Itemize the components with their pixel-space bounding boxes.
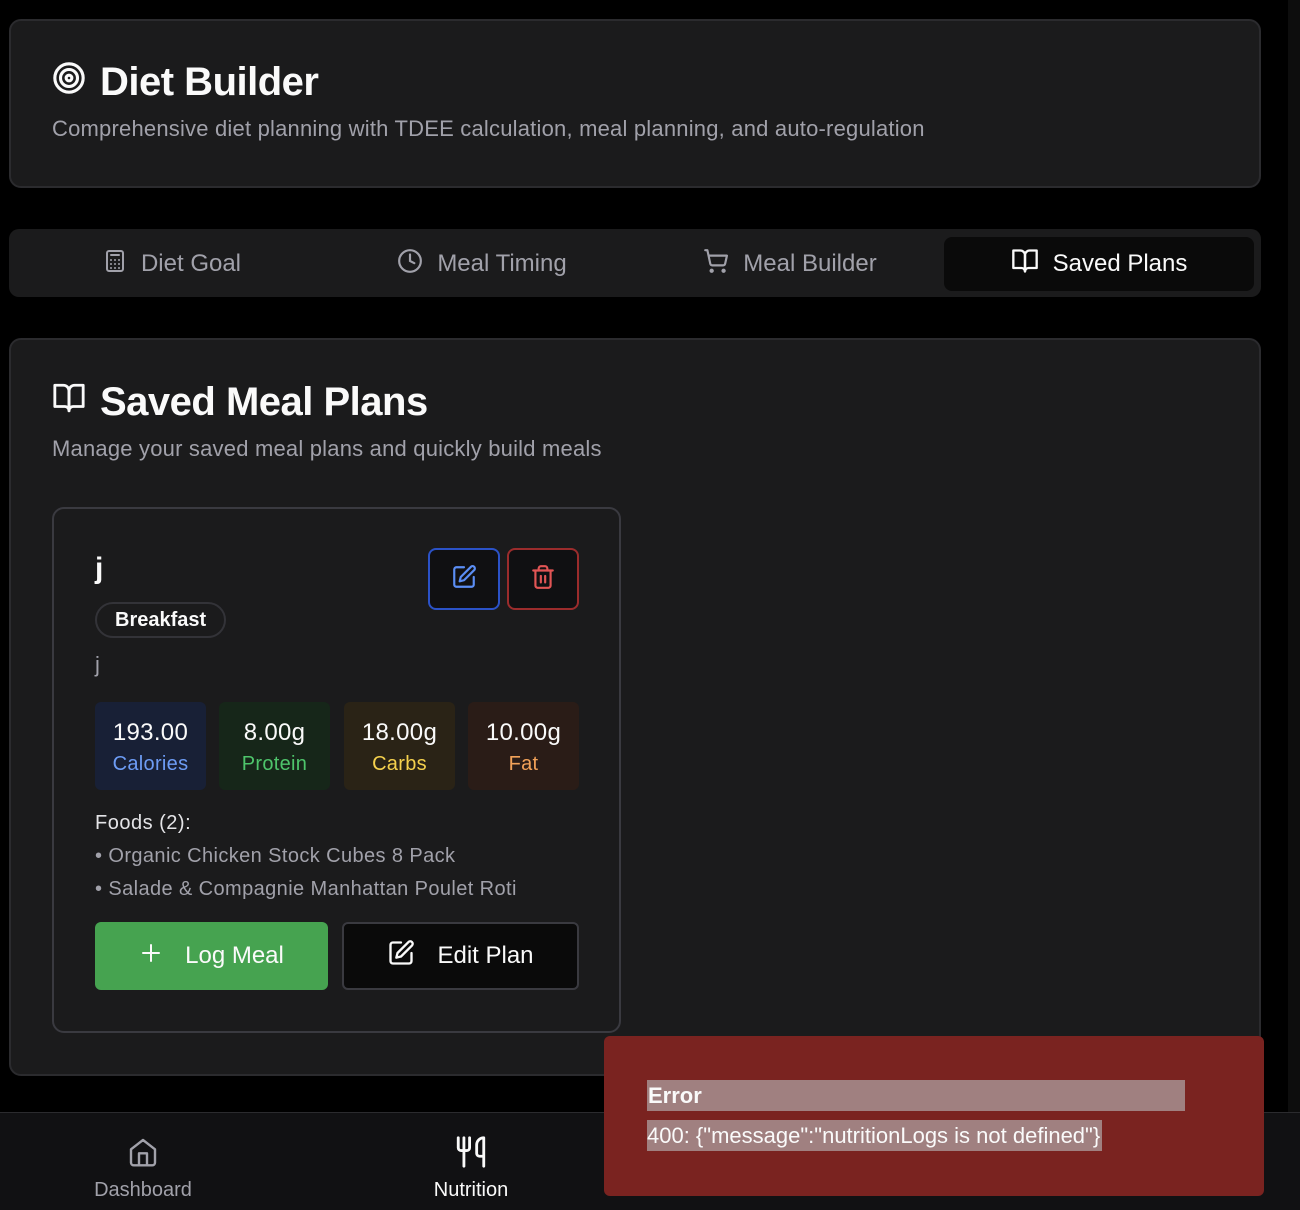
tab-label: Meal Builder — [743, 250, 877, 277]
protein-value: 8.00g — [243, 719, 306, 746]
nav-dashboard[interactable]: Dashboard — [43, 1133, 243, 1202]
meal-type-badge: Breakfast — [95, 602, 227, 638]
utensils-icon — [371, 1133, 571, 1171]
nav-label: Nutrition — [433, 1179, 509, 1201]
food-list-item: • Salade & Compagnie Manhattan Poulet Ro… — [95, 878, 517, 900]
trash-icon — [530, 564, 556, 595]
home-icon — [43, 1133, 243, 1171]
nav-nutrition[interactable]: Nutrition — [371, 1133, 571, 1202]
page-title: Diet Builder — [52, 60, 319, 105]
fat-label: Fat — [508, 753, 539, 775]
toast-message: 400: {"message":"nutritionLogs is not de… — [647, 1120, 1103, 1151]
calories-stat: 193.00 Calories — [95, 702, 206, 790]
tab-label: Saved Plans — [1052, 250, 1188, 277]
error-toast: Error 400: {"message":"nutritionLogs is … — [604, 1036, 1264, 1196]
log-meal-button[interactable]: Log Meal — [95, 922, 328, 990]
section-title-text: Saved Meal Plans — [100, 380, 428, 424]
plus-icon — [139, 941, 163, 972]
toast-title: Error — [647, 1080, 1185, 1111]
page-subtitle: Comprehensive diet planning with TDEE ca… — [52, 116, 925, 141]
foods-heading: Foods (2): — [95, 812, 192, 834]
carbs-value: 18.00g — [361, 719, 438, 746]
page-scrollbar[interactable] — [1288, 0, 1300, 1210]
calories-label: Calories — [112, 753, 189, 775]
cart-icon — [703, 248, 729, 281]
edit-plan-label: Edit Plan — [437, 942, 534, 969]
protein-label: Protein — [241, 753, 308, 775]
tab-saved-plans[interactable]: Saved Plans — [944, 237, 1254, 291]
page-title-text: Diet Builder — [100, 60, 319, 104]
tab-meal-timing[interactable]: Meal Timing — [327, 237, 637, 291]
calculator-icon — [103, 249, 127, 280]
nav-label: Dashboard — [94, 1179, 192, 1201]
tab-label: Diet Goal — [140, 250, 242, 277]
plan-description: j — [95, 652, 100, 677]
carbs-stat: 18.00g Carbs — [344, 702, 455, 790]
book-open-icon — [52, 380, 86, 425]
tab-meal-builder[interactable]: Meal Builder — [635, 237, 945, 291]
fat-value: 10.00g — [485, 719, 562, 746]
edit-plan-button[interactable]: Edit Plan — [342, 922, 579, 990]
food-list-item: • Organic Chicken Stock Cubes 8 Pack — [95, 845, 456, 867]
book-open-icon — [1011, 247, 1039, 282]
fat-stat: 10.00g Fat — [468, 702, 579, 790]
carbs-label: Carbs — [372, 753, 427, 775]
pencil-square-icon — [387, 939, 415, 974]
delete-plan-button[interactable] — [507, 548, 579, 610]
plan-name: j — [95, 552, 104, 585]
log-meal-label: Log Meal — [185, 942, 284, 969]
tab-list: Diet Goal Meal Timing Meal Builder Saved… — [9, 229, 1261, 297]
section-title: Saved Meal Plans — [52, 380, 428, 425]
pencil-square-icon — [451, 564, 477, 595]
target-icon — [52, 60, 86, 105]
edit-plan-icon-button[interactable] — [428, 548, 500, 610]
clock-icon — [397, 248, 423, 281]
tab-label: Meal Timing — [437, 250, 567, 277]
section-subtitle: Manage your saved meal plans and quickly… — [52, 436, 602, 461]
calories-value: 193.00 — [112, 719, 189, 746]
protein-stat: 8.00g Protein — [219, 702, 330, 790]
tab-diet-goal[interactable]: Diet Goal — [17, 237, 327, 291]
